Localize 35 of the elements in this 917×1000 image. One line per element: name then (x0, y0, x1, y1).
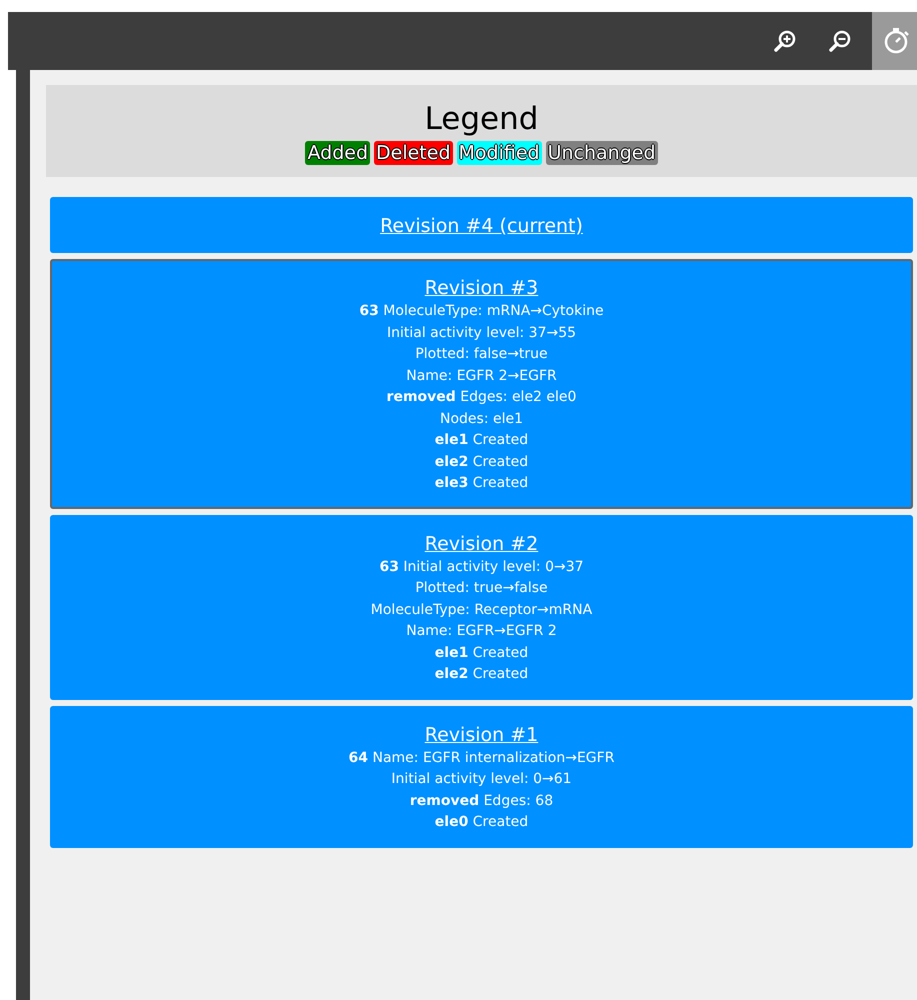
zoom-out-icon (828, 29, 852, 53)
history-button[interactable] (872, 12, 917, 70)
revision-link[interactable]: Revision #4 (current) (380, 215, 583, 237)
change-text: Name: EGFR 2→EGFR (406, 366, 557, 386)
change-text: Name: EGFR→EGFR 2 (406, 622, 557, 641)
change-text: 64 Name: EGFR internalization→EGFR (348, 748, 614, 768)
legend-tag: Added (305, 141, 370, 165)
change-text: ele1 Created (434, 644, 528, 662)
change-text: Plotted: false→true (415, 345, 548, 364)
change-text: ele2 Created (434, 665, 528, 684)
change-text: removed Edges: 68 (410, 792, 554, 810)
revision-link[interactable]: Revision #2 (424, 532, 538, 554)
change-text: ele1 Created (434, 431, 528, 450)
change-text: ele3 Created (434, 474, 528, 493)
legend-tag: Deleted (374, 141, 453, 165)
change-text: Initial activity level: 0→61 (391, 770, 572, 789)
change-text: Initial activity level: 37→55 (386, 324, 576, 342)
zoom-in-icon (772, 29, 796, 53)
change-text: 63 Initial activity level: 0→37 (379, 558, 584, 576)
revision-card[interactable]: Revision #3 63 MoleculeType: mRNA→Cytokine Initial activity level: 37→55 Plotted: false→true Name: EGFR 2→EGFR removed Edges: ele2 ele0 Nodes: ele1 ele1 Created ele2 Created ele3 Created (50, 259, 913, 508)
revision-card[interactable]: Revision #1 64 Name: EGFR internalization→EGFR Initial activity level: 0→61 removed Edges: 68 ele0 Created (50, 706, 913, 848)
change-text: removed Edges: ele2 ele0 (386, 388, 576, 407)
legend-title: Legend (424, 101, 538, 137)
revision-card[interactable]: Revision #2 63 Initial activity level: 0→37 Plotted: true→false MoleculeType: Receptor→mRNA Name: EGFR→EGFR 2 ele1 Created ele2 Created (50, 514, 913, 700)
legend-tag: Modified (456, 141, 542, 165)
revision-link[interactable]: Revision #1 (424, 724, 538, 746)
change-text: 63 MoleculeType: mRNA→Cytokine (359, 302, 604, 321)
revision-card[interactable]: Revision #4 (current) (50, 197, 913, 253)
change-text: ele0 Created (434, 813, 528, 832)
change-text: Plotted: true→false (415, 579, 548, 598)
revision-link[interactable]: Revision #3 (424, 277, 538, 299)
change-text: Nodes: ele1 (440, 410, 524, 428)
legend-tag: Unchanged (546, 141, 658, 165)
change-text: MoleculeType: Receptor→mRNA (370, 600, 592, 620)
change-text: ele2 Created (434, 452, 528, 472)
